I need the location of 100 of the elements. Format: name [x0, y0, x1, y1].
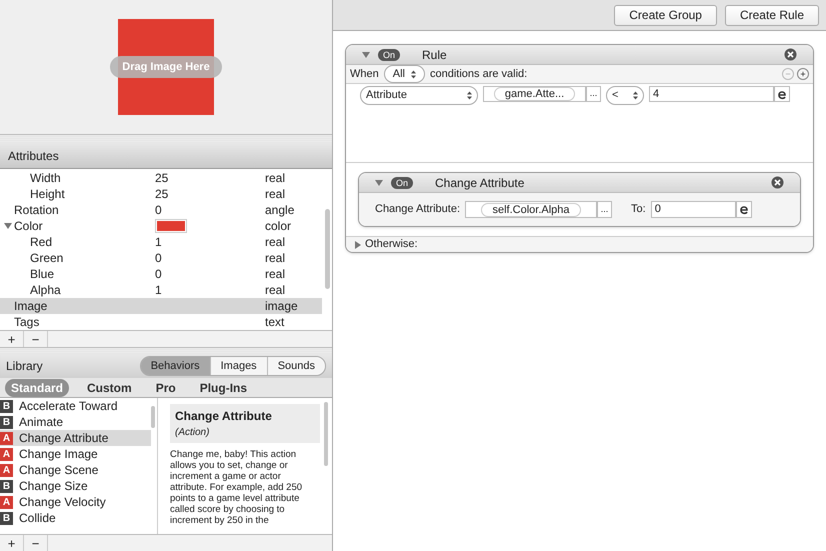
attribute-name: Color	[14, 218, 43, 235]
behavior-name: Accelerate Toward	[19, 398, 118, 415]
expression-editor-icon[interactable]	[777, 88, 787, 100]
behavior-list-item[interactable]: B Animate	[0, 414, 151, 430]
attribute-row[interactable]: Blue 0 real	[0, 266, 322, 282]
attribute-row[interactable]: Green 0 real	[0, 250, 322, 266]
attribute-type: real	[265, 234, 286, 251]
attribute-type: angle	[265, 202, 294, 219]
category-tab[interactable]: Plug-Ins	[194, 378, 254, 396]
browse-button[interactable]: ...	[597, 201, 612, 218]
attribute-value: 25	[155, 186, 168, 203]
behavior-type-badge: B	[0, 480, 13, 492]
to-label: To:	[631, 202, 646, 218]
behavior-name: Collide	[19, 510, 56, 527]
category-tab[interactable]: Pro	[150, 378, 182, 396]
remove-button[interactable]: −	[24, 535, 48, 551]
attribute-value: 0	[155, 250, 162, 267]
add-button[interactable]: +	[0, 535, 24, 551]
otherwise-label: Otherwise:	[365, 237, 418, 252]
description-subtitle: (Action)	[175, 426, 210, 440]
behavior-name: Change Attribute	[19, 430, 108, 447]
attribute-name: Red	[30, 234, 52, 251]
attribute-row[interactable]: Rotation 0 angle	[0, 202, 322, 218]
description-text: Change me, baby! This action allows you to set, change or increment a game or actor attribute. For example, add 250 points to a game level attribute called score by choosing to increment by 250 in the	[170, 449, 304, 526]
attribute-value: 0	[155, 266, 162, 283]
behavior-list-item[interactable]: A Change Velocity	[0, 494, 151, 510]
attribute-type: real	[265, 186, 286, 203]
when-label: When	[350, 66, 379, 82]
behavior-type-badge: B	[0, 416, 13, 428]
disclosure-triangle-icon[interactable]	[4, 222, 12, 230]
attribute-name: Rotation	[14, 202, 59, 219]
attribute-name: Width	[30, 170, 61, 187]
on-toggle[interactable]: On	[378, 48, 400, 60]
disclosure-triangle-icon[interactable]	[375, 178, 383, 186]
attribute-dropdown[interactable]: Attribute	[360, 86, 478, 104]
path-token: self.Color.Alpha	[481, 202, 581, 216]
library-tab[interactable]: Images	[210, 356, 267, 376]
disclosure-triangle-icon[interactable]	[354, 240, 362, 248]
attribute-type: text	[265, 314, 284, 331]
behavior-type-badge: B	[0, 400, 13, 412]
behavior-name: Change Scene	[19, 462, 98, 479]
attribute-row[interactable]: Alpha 1 real	[0, 282, 322, 298]
attribute-name: Image	[14, 298, 48, 315]
close-icon[interactable]	[784, 48, 797, 61]
attribute-value: 1	[155, 282, 162, 299]
attribute-name: Height	[30, 186, 65, 203]
stepper-icon	[633, 90, 638, 100]
attribute-row[interactable]: Height 25 real	[0, 186, 322, 202]
value-field[interactable]: 0	[650, 201, 736, 218]
behavior-list-item[interactable]: B Accelerate Toward	[0, 398, 151, 414]
stepper-icon	[467, 90, 472, 100]
attributes-header: Attributes	[0, 143, 332, 169]
browse-button[interactable]: ...	[586, 86, 601, 102]
attribute-name: Blue	[30, 266, 54, 283]
description-title: Change Attribute	[175, 408, 273, 425]
behavior-list-item[interactable]: A Change Scene	[0, 462, 151, 478]
disclosure-triangle-icon[interactable]	[362, 50, 370, 58]
attribute-row[interactable]: Image image	[0, 298, 322, 314]
attribute-row[interactable]: Color color	[0, 218, 322, 234]
attribute-row[interactable]: Width 25 real	[0, 170, 322, 186]
behavior-name: Change Size	[19, 478, 88, 495]
toolbar-button[interactable]: Create Rule	[724, 4, 819, 26]
behavior-type-badge: A	[0, 448, 13, 460]
library-tab[interactable]: Behaviors	[140, 356, 210, 376]
expression-editor-icon[interactable]	[738, 204, 749, 215]
library-tab[interactable]: Sounds	[266, 356, 325, 376]
attribute-value: 1	[155, 234, 162, 251]
behavior-name: Change Image	[19, 446, 98, 463]
toolbar-button[interactable]: Create Group	[614, 4, 717, 26]
value-field[interactable]: 4	[649, 86, 774, 102]
close-icon[interactable]	[771, 176, 784, 189]
behavior-list-item[interactable]: B Change Size	[0, 478, 151, 494]
attribute-value: 0	[155, 202, 162, 219]
attribute-row[interactable]: Red 1 real	[0, 234, 322, 250]
attribute-type: real	[265, 250, 286, 267]
attribute-type: color	[265, 218, 292, 235]
stepper-icon	[410, 70, 416, 78]
behavior-type-badge: A	[0, 432, 13, 444]
attribute-path-field[interactable]: self.Color.Alpha	[465, 201, 598, 218]
behavior-list-item[interactable]: A Change Attribute	[0, 430, 151, 446]
behavior-type-badge: A	[0, 464, 13, 476]
behavior-list-item[interactable]: B Collide	[0, 510, 151, 526]
category-tab[interactable]: Custom	[81, 378, 138, 396]
action-title: Change Attribute	[435, 174, 524, 192]
behavior-type-badge: A	[0, 496, 13, 508]
attribute-type: real	[265, 266, 286, 283]
operator-dropdown[interactable]: <	[606, 86, 644, 104]
behavior-name: Change Velocity	[19, 494, 106, 511]
attribute-row[interactable]: Tags text	[0, 314, 322, 330]
attribute-path-field[interactable]: game.Atte...	[483, 86, 586, 102]
behavior-type-badge: B	[0, 512, 13, 524]
on-toggle[interactable]: On	[391, 176, 414, 188]
match-dropdown[interactable]: All	[384, 64, 425, 84]
behavior-list-item[interactable]: A Change Image	[0, 446, 151, 462]
add-condition-button[interactable]: +	[797, 68, 809, 80]
attribute-value: 25	[155, 170, 168, 187]
attribute-type: real	[265, 170, 286, 187]
library-title: Library	[6, 358, 43, 375]
attribute-type: real	[265, 282, 286, 299]
rule-title: Rule	[422, 46, 447, 64]
